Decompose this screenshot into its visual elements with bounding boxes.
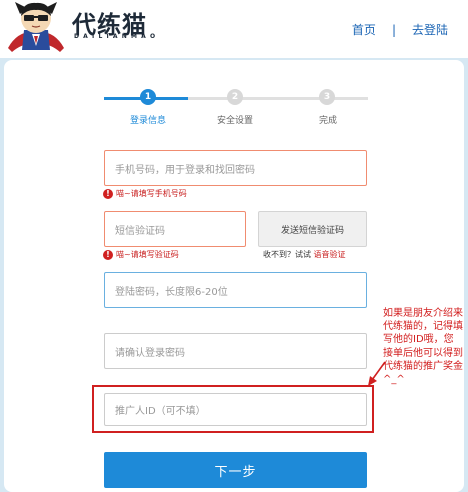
logo-subtitle: DAILIANMAO — [74, 33, 160, 40]
error-icon: ! — [103, 249, 113, 260]
next-step-button[interactable]: 下一步 — [104, 452, 367, 488]
step-1-circle: 1 — [140, 89, 156, 105]
nav-separator: | — [391, 22, 396, 37]
phone-error: ! 喵~请填写手机号码 — [103, 188, 187, 199]
password-input[interactable]: 登陆密码，长度限6-20位 — [104, 272, 367, 308]
referrer-annotation: 如果是朋友介绍来代练猫的，记得填写他的ID哦，您接单后他可以得到代练猫的推广奖金… — [383, 308, 463, 386]
phone-error-text: 喵~请填写手机号码 — [116, 189, 187, 198]
top-nav: 首页 | 去登陆 — [352, 21, 448, 38]
step-3-circle: 3 — [319, 89, 335, 105]
step-progress-inactive — [188, 97, 368, 100]
arrow-icon — [368, 361, 386, 386]
step-1-label: 登录信息 — [130, 116, 167, 126]
error-icon: ! — [103, 188, 113, 199]
sms-code-input[interactable]: 短信验证码 — [104, 211, 246, 247]
cat-mascot-logo — [8, 2, 64, 52]
voice-verify-link[interactable]: 语音验证 — [314, 250, 346, 259]
header: 代练猫 DAILIANMAO 首页 | 去登陆 — [0, 0, 468, 60]
nav-home-link[interactable]: 首页 — [352, 21, 376, 38]
phone-placeholder: 手机号码，用于登录和找回密码 — [115, 164, 255, 176]
sms-error: ! 喵~请填写验证码 — [103, 249, 179, 260]
step-2-label: 安全设置 — [217, 116, 254, 126]
sms-error-text: 喵~请填写验证码 — [116, 250, 179, 259]
voice-verify-row: 收不到？试试 语音验证 — [263, 249, 346, 260]
send-sms-button[interactable]: 发送短信验证码 — [258, 211, 367, 247]
phone-input[interactable]: 手机号码，用于登录和找回密码 — [104, 150, 367, 186]
confirm-password-placeholder: 请确认登录密码 — [115, 347, 185, 359]
sms-code-placeholder: 短信验证码 — [115, 225, 165, 237]
nav-login-link[interactable]: 去登陆 — [412, 21, 448, 38]
referrer-highlight-box — [92, 385, 374, 433]
step-2-circle: 2 — [227, 89, 243, 105]
password-placeholder: 登陆密码，长度限6-20位 — [115, 286, 228, 298]
confirm-password-input[interactable]: 请确认登录密码 — [104, 333, 367, 369]
voice-prompt: 收不到？试试 — [263, 250, 311, 259]
step-3-label: 完成 — [319, 116, 338, 126]
